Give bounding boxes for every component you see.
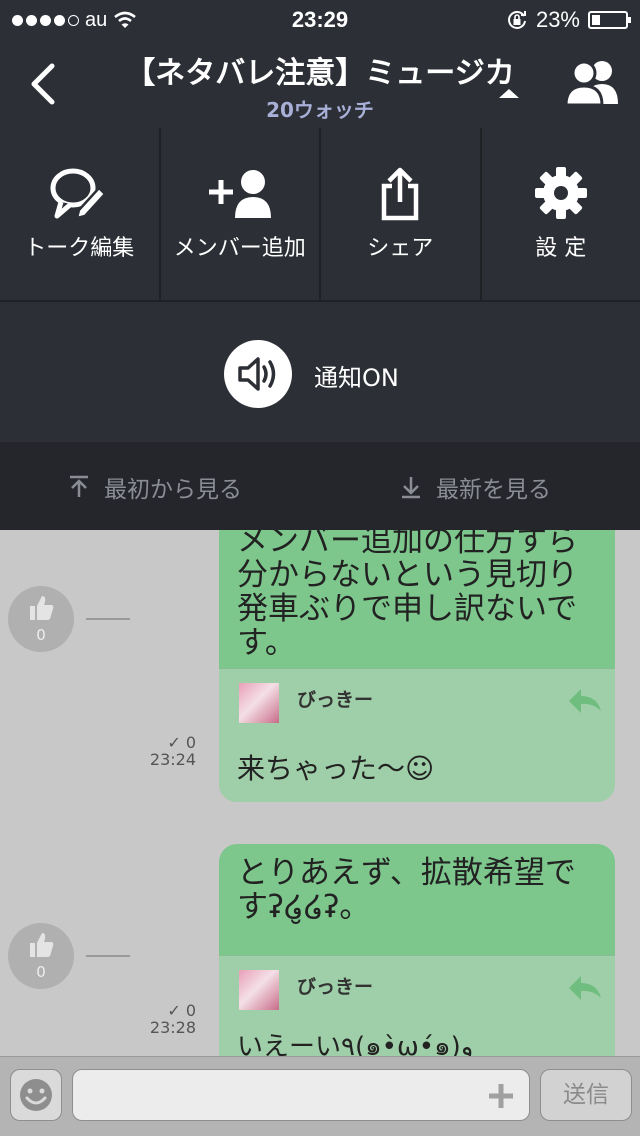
jump-bar: 最初から見る 最新を見る — [0, 442, 640, 530]
jump-to-first-button[interactable]: 最初から見る — [68, 470, 242, 504]
watch-count: 20ウォッチ — [266, 98, 374, 122]
jump-to-latest-button[interactable]: 最新を見る — [400, 470, 551, 504]
share-icon — [382, 167, 419, 221]
message-text: メンバー追加の仕方すら分からないという見切り発車ぶりで申し訳ないです。 — [237, 530, 578, 661]
divider — [86, 618, 130, 620]
chat-header: 【ネタバレ注意】ミュージカ 20ウォッチ — [0, 40, 640, 128]
like-button[interactable]: 0 — [8, 586, 74, 652]
message-time: 23:24 — [149, 750, 196, 769]
reply-icon[interactable] — [567, 970, 603, 1000]
notification-section: 通知ON — [0, 300, 640, 442]
battery-icon — [588, 11, 631, 29]
quote-text: 来ちゃった〜☺ — [237, 752, 435, 785]
add-member-icon — [208, 170, 271, 218]
notification-label: 通知ON — [314, 364, 399, 392]
rotation-lock-icon — [508, 11, 526, 29]
like-count: 0 — [36, 963, 46, 981]
speaker-icon — [238, 357, 276, 391]
avatar — [239, 970, 279, 1010]
like-count: 0 — [36, 626, 46, 644]
chat-menu: トーク編集 メンバー追加 シェア 設 定 — [0, 128, 640, 300]
send-button[interactable]: 送信 — [540, 1069, 632, 1121]
arrow-down-to-bottom-icon — [402, 477, 420, 499]
emoji-button[interactable] — [10, 1069, 62, 1121]
quoted-message[interactable]: びっきー 来ちゃった〜☺ — [219, 668, 615, 802]
chat-area[interactable]: 0 ✓ 0 23:24 メンバー追加の仕方すら分からないという見切り発車ぶりで申… — [0, 530, 640, 1056]
menu-add-member-label: メンバー追加 — [173, 236, 306, 261]
message-text: とりあえず、拡散希望ですʡ໒̮໒ʡ。 — [237, 855, 576, 925]
notification-toggle-button[interactable] — [224, 340, 292, 408]
thumbs-up-icon — [30, 933, 54, 957]
avatar — [239, 683, 279, 723]
read-count: ✓ 0 — [167, 733, 196, 752]
divider — [86, 955, 130, 957]
reply-icon[interactable] — [567, 683, 603, 713]
read-count: ✓ 0 — [167, 1001, 196, 1020]
members-icon[interactable] — [564, 58, 622, 106]
message-input[interactable] — [72, 1069, 530, 1121]
battery-percent: 23% — [535, 7, 580, 32]
input-bar: 送信 — [0, 1056, 640, 1136]
quote-author: びっきー — [297, 689, 374, 711]
status-bar: au 23:29 23% — [0, 0, 640, 40]
menu-settings-label: 設 定 — [535, 236, 587, 261]
jump-to-first-label: 最初から見る — [104, 477, 242, 503]
menu-share[interactable]: シェア — [321, 128, 480, 300]
message-bubble[interactable]: メンバー追加の仕方すら分からないという見切り発車ぶりで申し訳ないです。 びっきー… — [219, 530, 615, 802]
arrow-up-to-top-icon — [70, 475, 88, 497]
smiley-icon — [20, 1079, 52, 1111]
message-time: 23:28 — [149, 1018, 196, 1037]
plus-icon[interactable] — [486, 1081, 516, 1111]
menu-talk-edit-label: トーク編集 — [24, 236, 135, 261]
menu-talk-edit[interactable]: トーク編集 — [0, 128, 159, 300]
caret-up-icon[interactable] — [497, 86, 521, 100]
menu-share-label: シェア — [367, 236, 434, 261]
menu-add-member[interactable]: メンバー追加 — [160, 128, 319, 300]
like-button[interactable]: 0 — [8, 923, 74, 989]
thumbs-up-icon — [30, 596, 54, 620]
message-bubble[interactable]: とりあえず、拡散希望ですʡ໒̮໒ʡ。 びっきー いえーい٩(๑•̀ω•́๑)و — [219, 844, 615, 1056]
message-meta: ✓ 0 23:28 — [140, 1002, 196, 1036]
message-meta: ✓ 0 23:24 — [140, 734, 196, 768]
jump-to-latest-label: 最新を見る — [436, 477, 551, 503]
menu-settings[interactable]: 設 定 — [481, 128, 640, 300]
battery-area: 23% — [506, 0, 631, 40]
chat-title[interactable]: 【ネタバレ注意】ミュージカ — [120, 48, 520, 92]
gear-icon — [534, 167, 587, 219]
quote-text: いえーい٩(๑•̀ω•́๑)و — [237, 1032, 474, 1056]
talk-edit-icon — [50, 168, 107, 220]
quote-author: びっきー — [297, 976, 374, 998]
quoted-message[interactable]: びっきー いえーい٩(๑•̀ω•́๑)و — [219, 955, 615, 1056]
